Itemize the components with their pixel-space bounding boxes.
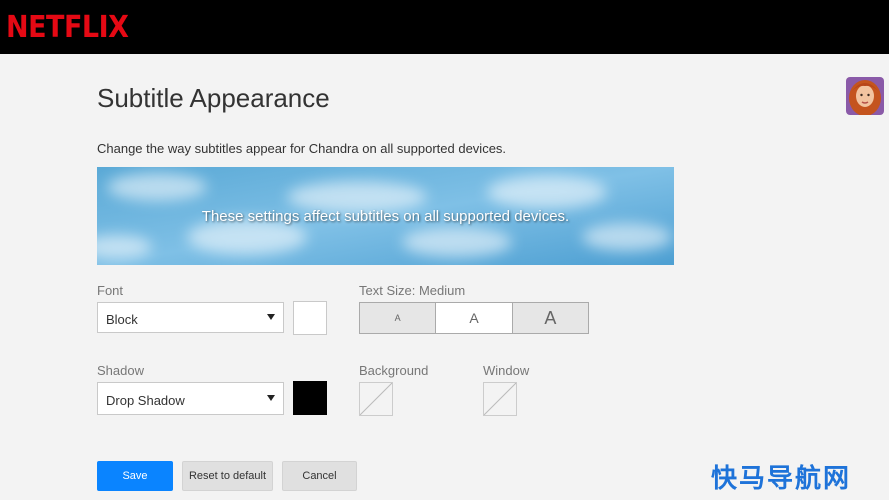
window-label: Window <box>483 363 530 378</box>
text-size-medium-button[interactable]: A <box>435 303 512 333</box>
chevron-down-icon <box>267 395 275 401</box>
shadow-select[interactable]: Drop Shadow <box>97 382 284 415</box>
text-size-large-button[interactable]: A <box>511 303 588 333</box>
shadow-select-value: Drop Shadow <box>106 393 185 408</box>
font-select-value: Block <box>106 312 138 327</box>
shadow-label: Shadow <box>97 363 144 378</box>
font-select[interactable]: Block <box>97 302 284 333</box>
text-size-label: Text Size: Medium <box>359 283 466 298</box>
subtitle-preview: These settings affect subtitles on all s… <box>97 167 674 265</box>
chevron-down-icon <box>267 314 275 320</box>
reset-to-default-button[interactable]: Reset to default <box>182 461 273 491</box>
no-color-icon <box>359 382 393 416</box>
page-description: Change the way subtitles appear for Chan… <box>97 141 507 156</box>
no-color-icon <box>483 382 517 416</box>
netflix-logo[interactable]: NETFLIX <box>6 10 129 45</box>
text-size-small-button[interactable]: A <box>360 303 436 333</box>
save-button[interactable]: Save <box>97 461 173 491</box>
background-label: Background <box>359 363 429 378</box>
font-label: Font <box>97 283 124 298</box>
cancel-button[interactable]: Cancel <box>282 461 357 491</box>
profile-avatar[interactable] <box>846 77 884 115</box>
watermark: 快马导航网 <box>711 464 852 494</box>
font-color-swatch[interactable] <box>293 301 327 335</box>
shadow-color-swatch[interactable] <box>293 381 327 415</box>
window-color-swatch[interactable] <box>483 382 517 416</box>
preview-text: These settings affect subtitles on all s… <box>201 208 570 225</box>
page-title: Subtitle Appearance <box>97 83 330 113</box>
background-color-swatch[interactable] <box>359 382 393 416</box>
top-bar: NETFLIX <box>0 0 889 54</box>
text-size-selector[interactable]: A A A <box>359 302 589 334</box>
